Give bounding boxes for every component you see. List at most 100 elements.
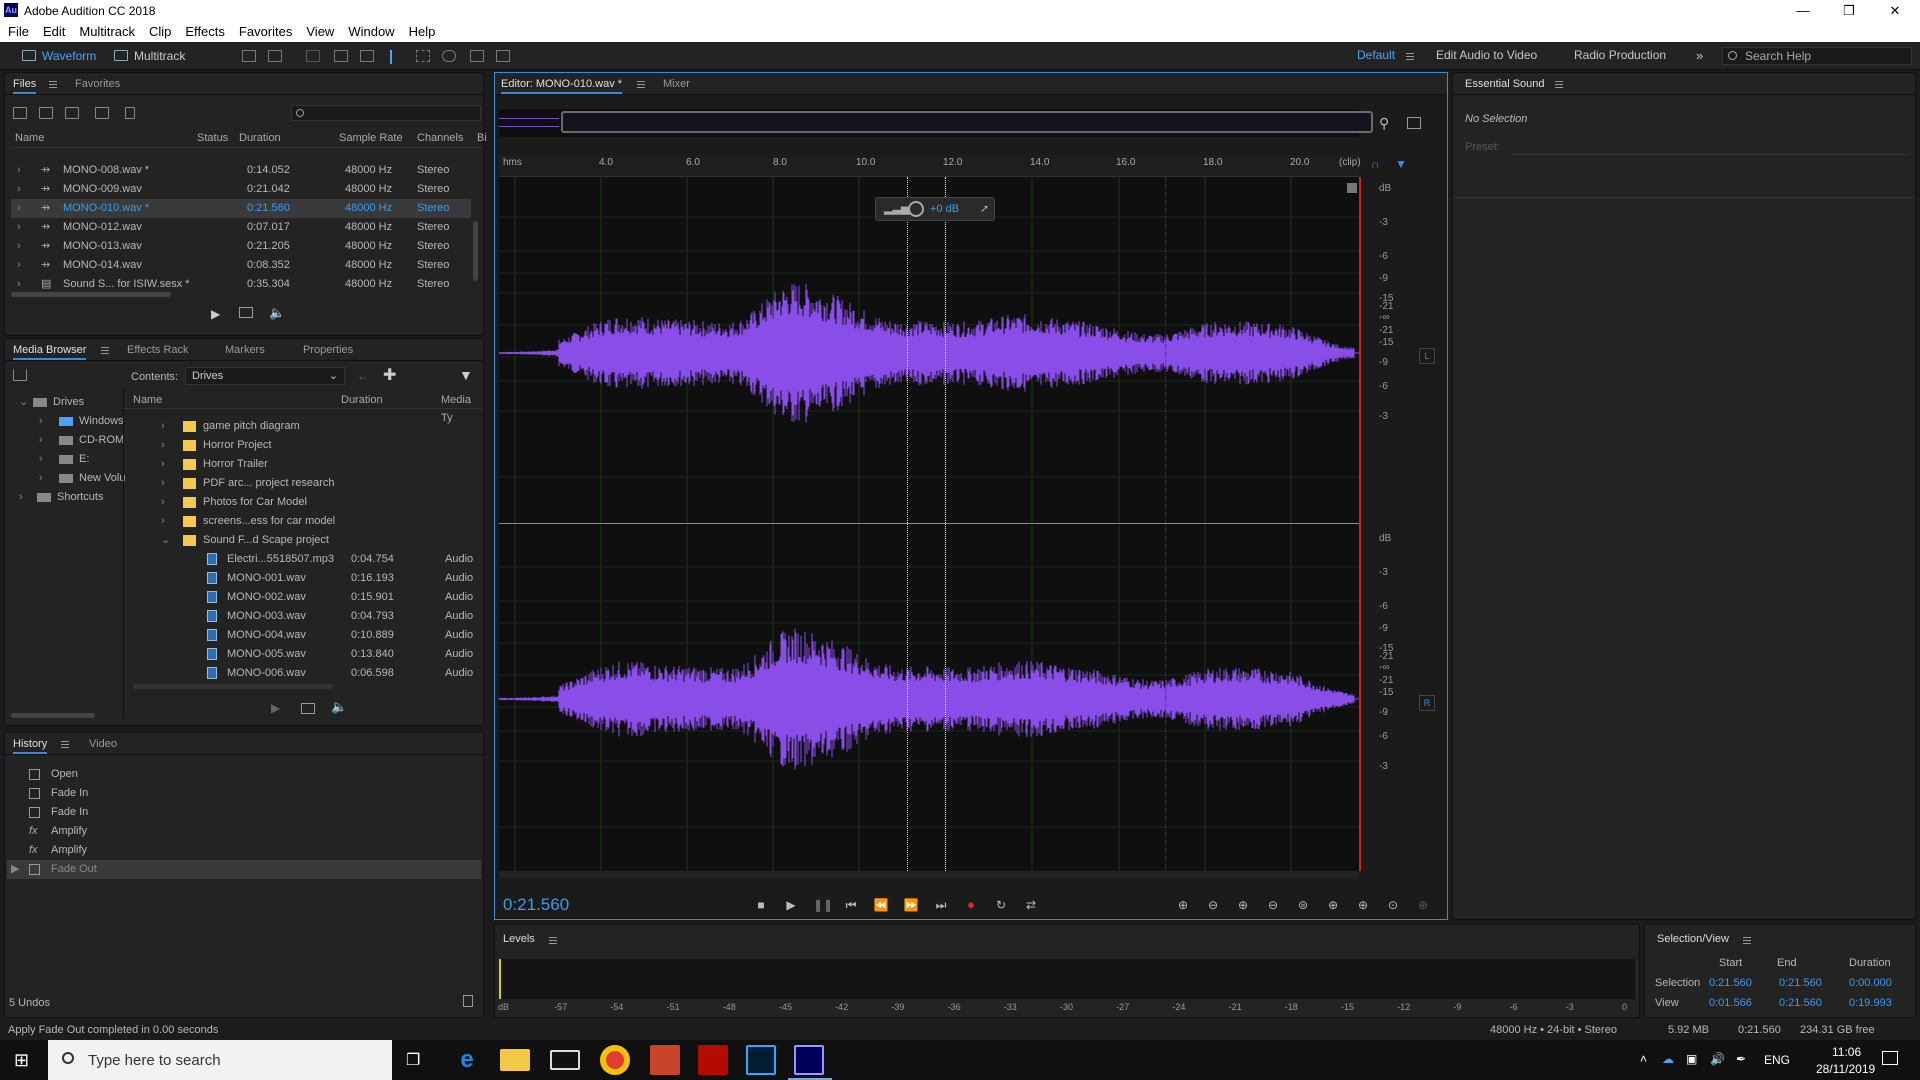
show-hidden-icons[interactable]: ˄ bbox=[1640, 1052, 1647, 1066]
file-row[interactable]: › ⇸ MONO-013.wav 0:21.205 48000 Hz Stereo bbox=[11, 237, 471, 256]
essential-sound-menu-icon[interactable] bbox=[1555, 81, 1563, 88]
autoplay-speaker-icon[interactable]: 🔈 bbox=[331, 699, 347, 715]
more-workspaces-icon[interactable]: » bbox=[1696, 48, 1703, 63]
chevron-down-icon[interactable]: ⌄ bbox=[19, 393, 28, 412]
zoom-reset-icon[interactable]: ⊕ bbox=[1415, 898, 1431, 912]
folder-row[interactable]: › PDF arc... project research bbox=[127, 474, 467, 493]
expand-chevron-icon[interactable]: › bbox=[161, 493, 165, 512]
marquee-tool-icon[interactable] bbox=[416, 50, 430, 62]
expand-chevron-icon[interactable]: › bbox=[161, 455, 165, 474]
expand-chevron-icon[interactable]: › bbox=[161, 436, 165, 455]
menu-effects[interactable]: Effects bbox=[178, 22, 232, 42]
network-icon[interactable]: ▣ bbox=[1686, 1052, 1697, 1066]
play-icon[interactable]: ▶ bbox=[211, 307, 220, 321]
restore-icon[interactable]: ❐ bbox=[1826, 0, 1872, 22]
tree-item[interactable]: › New Volu bbox=[11, 469, 125, 488]
selection-duration-field[interactable]: 0:00.000 bbox=[1849, 977, 1892, 989]
onedrive-icon[interactable]: ☁ bbox=[1662, 1052, 1674, 1066]
zoom-out-full-icon[interactable]: ⊜ bbox=[1295, 898, 1311, 912]
expand-chevron-icon[interactable]: › bbox=[17, 199, 21, 218]
col-name[interactable]: Name bbox=[15, 129, 44, 148]
media-horizontal-scrollbar[interactable] bbox=[133, 684, 333, 689]
expand-chevron-icon[interactable]: › bbox=[39, 450, 43, 469]
workspace-edit-audio-to-video[interactable]: Edit Audio to Video bbox=[1436, 48, 1537, 62]
spectral-display-icon[interactable] bbox=[242, 50, 256, 62]
tree-item[interactable]: ⌄ Drives bbox=[11, 393, 117, 412]
zoom-in-time-icon[interactable]: ⊕ bbox=[1235, 898, 1251, 912]
history-item[interactable]: Fade In bbox=[7, 803, 481, 822]
loop-icon[interactable] bbox=[301, 703, 315, 714]
time-ruler[interactable] bbox=[499, 155, 1359, 177]
add-shortcut-icon[interactable]: ✚ bbox=[383, 365, 396, 385]
tab-properties[interactable]: Properties bbox=[303, 344, 353, 356]
tab-effects-rack[interactable]: Effects Rack bbox=[127, 344, 189, 356]
expand-chevron-icon[interactable]: › bbox=[39, 469, 43, 488]
menu-multitrack[interactable]: Multitrack bbox=[72, 22, 142, 42]
editor-horizontal-scrollbar[interactable] bbox=[499, 871, 1359, 879]
import-media-icon[interactable] bbox=[13, 369, 27, 381]
menu-edit[interactable]: Edit bbox=[36, 22, 72, 42]
spot-healing-tool-icon[interactable] bbox=[496, 50, 510, 62]
editor-panel-menu-icon[interactable] bbox=[637, 81, 645, 88]
file-row[interactable]: › ⇸ MONO-012.wav 0:07.017 48000 Hz Stereo bbox=[11, 218, 471, 237]
media-panel-menu-icon[interactable] bbox=[101, 347, 109, 354]
preset-dropdown[interactable] bbox=[1509, 137, 1909, 155]
view-duration-field[interactable]: 0:19.993 bbox=[1849, 997, 1892, 1009]
expand-chevron-icon[interactable]: › bbox=[17, 256, 21, 275]
folder-row[interactable]: ⌄ Sound F...d Scape project bbox=[127, 531, 467, 550]
zoom-to-selection-icon[interactable]: ⚲ bbox=[1379, 115, 1389, 132]
back-arrow-icon[interactable]: ← bbox=[357, 369, 369, 383]
stop-icon[interactable]: ■ bbox=[753, 898, 769, 912]
expand-chevron-icon[interactable]: › bbox=[17, 218, 21, 237]
file-row[interactable]: › ⇸ MONO-010.wav * 0:21.560 48000 Hz Stereo bbox=[11, 199, 471, 218]
edge-icon[interactable]: e bbox=[452, 1045, 482, 1075]
tree-scrollbar[interactable] bbox=[11, 713, 95, 718]
expand-chevron-icon[interactable]: › bbox=[161, 512, 165, 531]
loop-icon[interactable] bbox=[239, 307, 253, 318]
expand-chevron-icon[interactable]: › bbox=[39, 431, 43, 450]
col-duration[interactable]: Duration bbox=[239, 129, 281, 148]
expand-chevron-icon[interactable]: › bbox=[39, 412, 43, 431]
time-selection-tool-icon[interactable] bbox=[390, 50, 394, 64]
acrobat-icon[interactable] bbox=[698, 1045, 728, 1075]
tree-item[interactable]: › CD-ROM bbox=[11, 431, 124, 450]
multitrack-mode-button[interactable]: Multitrack bbox=[112, 47, 185, 65]
overview-viewport[interactable] bbox=[561, 111, 1373, 133]
folder-row[interactable]: › screens...ess for car model bbox=[127, 512, 467, 531]
clock-time[interactable]: 11:06 bbox=[1832, 1045, 1861, 1059]
pitch-display-icon[interactable] bbox=[268, 50, 282, 62]
pause-icon[interactable]: ❚❚ bbox=[813, 898, 833, 912]
delete-icon[interactable] bbox=[125, 107, 135, 119]
clock-date[interactable]: 28/11/2019 bbox=[1816, 1062, 1875, 1076]
right-channel-toggle[interactable]: R bbox=[1419, 695, 1435, 711]
zoom-in-at-end-icon[interactable]: ⊕ bbox=[1355, 898, 1371, 912]
history-item[interactable]: Open bbox=[7, 765, 481, 784]
col-status[interactable]: Status bbox=[197, 129, 228, 148]
skip-to-end-icon[interactable]: ⏭ bbox=[933, 898, 949, 912]
zoom-to-selection-icon[interactable]: ⊙ bbox=[1385, 898, 1401, 912]
windows-start-icon[interactable]: ⊞ bbox=[14, 1050, 29, 1071]
folder-row[interactable]: › Horror Trailer bbox=[127, 455, 467, 474]
expand-chevron-icon[interactable]: › bbox=[161, 474, 165, 493]
workspace-menu-icon[interactable] bbox=[1406, 53, 1414, 60]
task-view-icon[interactable]: ❐ bbox=[406, 1050, 420, 1070]
overview-bar[interactable] bbox=[499, 109, 1373, 137]
history-item[interactable]: Fade In bbox=[7, 784, 481, 803]
delete-history-icon[interactable] bbox=[463, 995, 473, 1007]
tree-item[interactable]: › Shortcuts bbox=[11, 488, 117, 507]
mail-icon[interactable] bbox=[550, 1050, 580, 1070]
notifications-icon[interactable] bbox=[1882, 1051, 1898, 1065]
new-file-icon[interactable] bbox=[65, 107, 79, 119]
menu-help[interactable]: Help bbox=[402, 22, 443, 42]
autoplay-speaker-icon[interactable]: 🔈 bbox=[269, 305, 285, 321]
col-bits[interactable]: Bi bbox=[477, 129, 487, 148]
history-panel-menu-icon[interactable] bbox=[61, 741, 69, 748]
brush-tool-icon[interactable] bbox=[470, 50, 484, 62]
media-file-row[interactable]: MONO-002.wav 0:15.901 Audio bbox=[127, 588, 473, 607]
tab-favorites[interactable]: Favorites bbox=[75, 78, 120, 90]
powerpoint-icon[interactable] bbox=[650, 1045, 680, 1075]
history-item[interactable]: fx Amplify bbox=[7, 822, 481, 841]
zoom-in-at-start-icon[interactable]: ⊕ bbox=[1325, 898, 1341, 912]
workspace-default[interactable]: Default bbox=[1357, 48, 1395, 62]
tab-media-browser[interactable]: Media Browser bbox=[13, 344, 87, 360]
